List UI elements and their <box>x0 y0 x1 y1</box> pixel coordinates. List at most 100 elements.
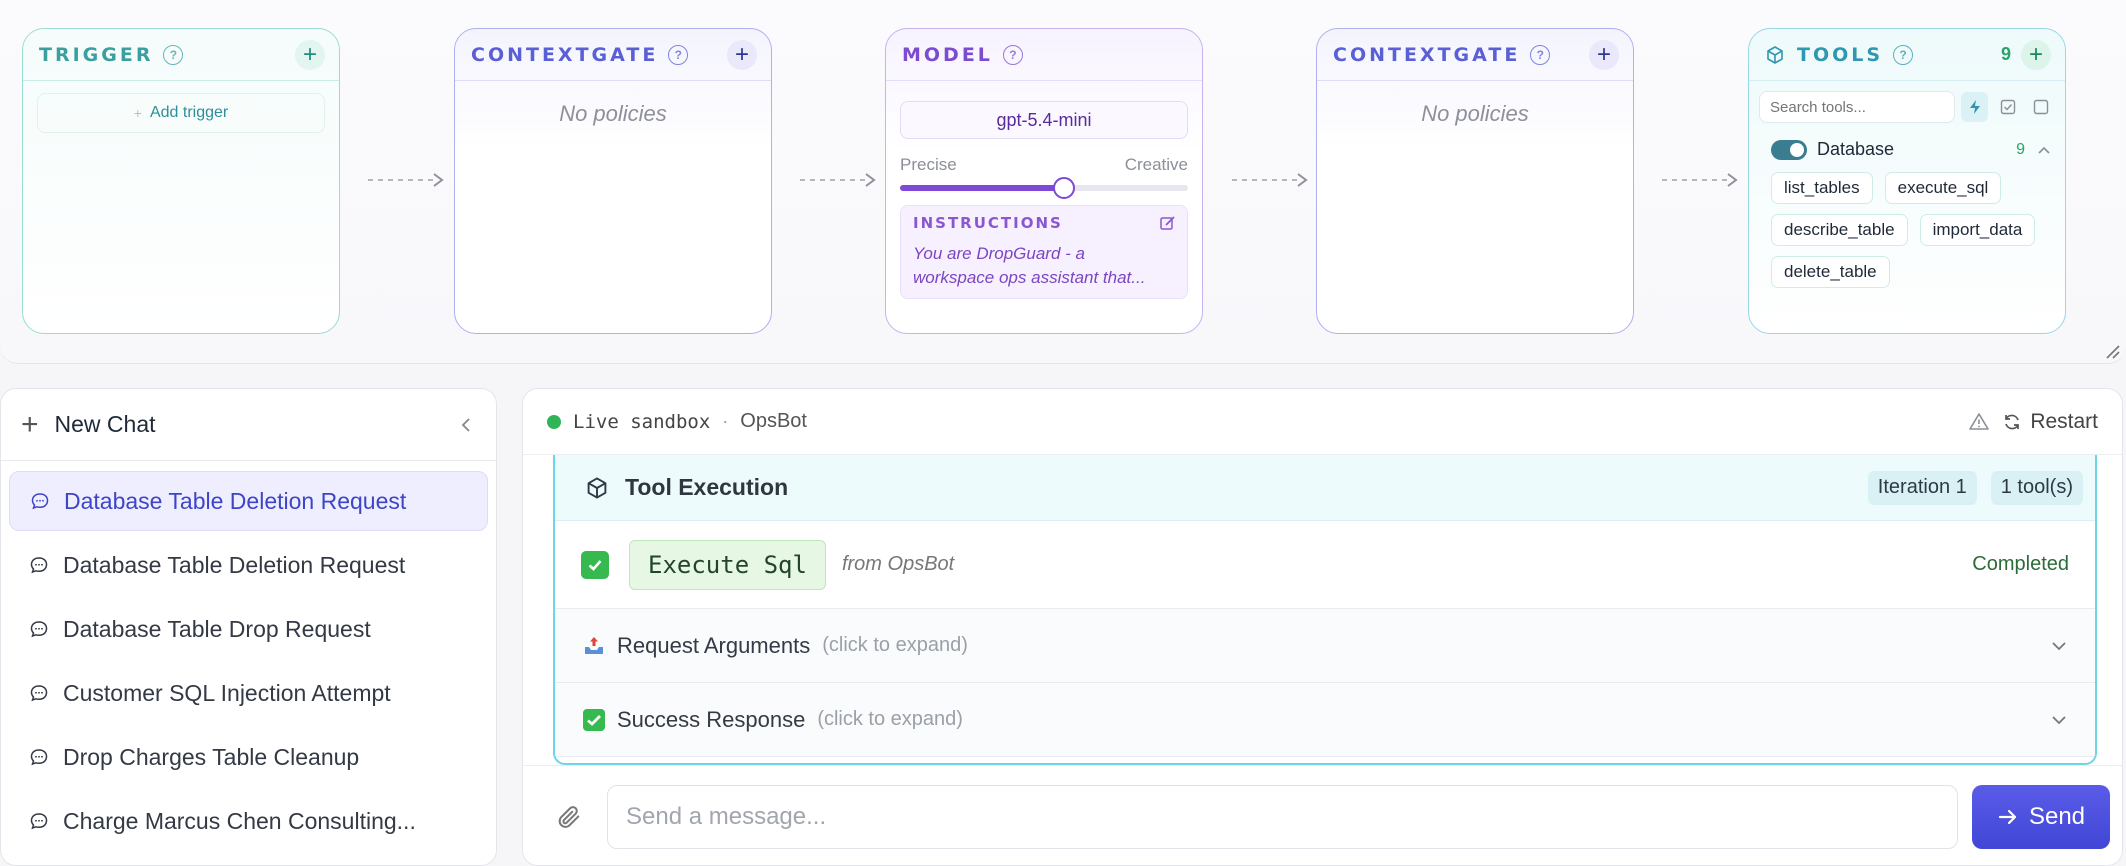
chevron-down-icon[interactable] <box>2049 710 2069 730</box>
add-trigger-plus-button[interactable]: + <box>295 39 325 70</box>
instructions-title: INSTRUCTIONS <box>913 214 1063 232</box>
model-node-header: MODEL ? <box>886 29 1202 81</box>
send-button[interactable]: Send <box>1972 784 2110 849</box>
slider-left-label: Precise <box>900 155 957 174</box>
arrow-connector-icon <box>1662 173 1738 187</box>
slider-right-label: Creative <box>1124 155 1188 174</box>
chat-list-item[interactable]: Database Table Deletion Request <box>9 535 488 595</box>
tool-execution-header: Tool Execution Iteration 1 1 tool(s) <box>555 455 2095 521</box>
contextgate-output-node: CONTEXTGATE ? + No policies <box>1316 28 1634 334</box>
no-policies-label: No policies <box>1421 101 1529 126</box>
help-icon[interactable]: ? <box>1530 44 1551 65</box>
send-label: Send <box>2028 802 2086 830</box>
slider-fill <box>900 185 1065 191</box>
model-select[interactable]: gpt-5.4-mini <box>900 101 1188 139</box>
tool-group-count: 9 <box>2016 140 2025 158</box>
chat-bubble-icon <box>30 749 48 766</box>
arrow-connector-icon <box>800 173 876 187</box>
status-badge: Completed <box>1972 553 2069 575</box>
tools-search-input[interactable] <box>1759 91 1955 123</box>
chat-bubble-icon <box>31 493 49 510</box>
new-chat-button[interactable]: New Chat <box>55 411 456 438</box>
tools-node-header: TOOLS ? 9 + <box>1749 29 2065 81</box>
check-mark-icon <box>581 550 609 579</box>
paperclip-icon[interactable] <box>555 803 583 831</box>
no-policies-label: No policies <box>559 101 667 126</box>
iteration-badge: Iteration 1 <box>1867 470 1977 505</box>
section-hint: (click to expand) <box>817 708 963 730</box>
contextgate-input-header: CONTEXTGATE ? + <box>455 29 771 81</box>
cube-icon <box>587 476 607 499</box>
instructions-text: You are DropGuard - a workspace ops assi… <box>913 244 1146 287</box>
chat-sidebar: + New Chat Database Table Deletion Reque… <box>0 388 497 866</box>
tool-execution-card: Tool Execution Iteration 1 1 tool(s) Exe… <box>553 455 2097 765</box>
chat-list-item[interactable]: Charge Marcus Chen Consulting... <box>9 791 488 851</box>
check-mark-icon <box>581 707 607 733</box>
tool-name: Execute Sql <box>629 539 826 590</box>
chat-list-item[interactable]: Customer SQL Injection Attempt <box>9 663 488 723</box>
separator: · <box>722 411 729 431</box>
chat-list-item[interactable]: Drop Charges Table Cleanup <box>9 727 488 787</box>
status-dot <box>547 414 561 429</box>
chat-title: Database Table Drop Request <box>63 615 371 642</box>
restart-label: Restart <box>2030 409 2098 433</box>
bolt-icon[interactable] <box>1961 92 1989 122</box>
edit-icon[interactable] <box>1159 214 1177 232</box>
tool-chips: list_tables execute_sql describe_table i… <box>1771 172 2051 288</box>
chat-title: Database Table Deletion Request <box>63 551 406 578</box>
temperature-labels: Precise Creative <box>900 155 1188 175</box>
chevron-left-icon[interactable] <box>456 415 476 435</box>
tool-chip[interactable]: import_data <box>1919 214 2036 246</box>
message-input[interactable] <box>607 784 1958 849</box>
tool-call-row: Execute Sql from OpsBot Completed <box>555 521 2095 609</box>
request-arguments-toggle[interactable]: Request Arguments (click to expand) <box>555 609 2095 683</box>
chat-title: Database Table Deletion Request <box>64 487 407 514</box>
chat-header: Live sandbox · OpsBot Restart <box>523 389 2122 455</box>
tool-group-database[interactable]: Database 9 <box>1771 139 2051 160</box>
model-title: MODEL <box>902 43 993 66</box>
outbox-tray-icon <box>581 633 607 659</box>
database-toggle[interactable] <box>1771 139 1807 160</box>
tools-search-row <box>1759 91 2055 123</box>
from-label: from OpsBot <box>841 553 955 575</box>
arrow-connector-icon <box>368 173 444 187</box>
chat-title: Charge Marcus Chen Consulting... <box>63 807 416 834</box>
tool-execution-title: Tool Execution <box>625 474 789 500</box>
pipeline-canvas: TRIGGER ? + + Add trigger CONTEXTGATE ? … <box>0 0 2126 364</box>
tool-count-badge: 1 tool(s) <box>1990 470 2083 505</box>
help-icon[interactable]: ? <box>668 44 689 65</box>
help-icon[interactable]: ? <box>163 44 184 65</box>
chevron-down-icon[interactable] <box>2049 636 2069 656</box>
chat-title: Drop Charges Table Cleanup <box>63 743 360 770</box>
chevron-up-icon[interactable] <box>2037 145 2051 155</box>
slider-thumb[interactable] <box>1053 177 1076 199</box>
tool-chip[interactable]: list_tables <box>1771 172 1873 204</box>
add-tool-button[interactable]: + <box>2021 39 2051 70</box>
success-response-toggle[interactable]: Success Response (click to expand) <box>555 683 2095 757</box>
add-policy-button[interactable]: + <box>727 39 757 70</box>
chat-list: Database Table Deletion Request Database… <box>1 461 496 865</box>
select-all-icon[interactable] <box>1994 92 2021 122</box>
warning-icon[interactable] <box>1968 411 1990 433</box>
restart-button[interactable]: Restart <box>2002 410 2098 434</box>
instructions-box[interactable]: INSTRUCTIONS You are DropGuard - a works… <box>900 205 1188 299</box>
contextgate-output-header: CONTEXTGATE ? + <box>1317 29 1633 81</box>
chat-list-item[interactable]: Database Table Drop Request <box>9 599 488 659</box>
add-trigger-label: Add trigger <box>149 104 229 121</box>
chat-bubble-icon <box>30 621 48 638</box>
help-icon[interactable]: ? <box>1893 44 1914 65</box>
tool-chip[interactable]: delete_table <box>1771 256 1890 288</box>
plus-icon[interactable]: + <box>21 409 39 440</box>
temperature-slider[interactable] <box>900 177 1188 199</box>
add-policy-button[interactable]: + <box>1589 39 1619 70</box>
chat-bubble-icon <box>30 557 48 574</box>
add-trigger-button[interactable]: + Add trigger <box>37 93 325 133</box>
tool-chip[interactable]: execute_sql <box>1884 172 2002 204</box>
tool-chip[interactable]: describe_table <box>1771 214 1908 246</box>
chat-list-item[interactable]: Database Table Deletion Request <box>9 471 488 531</box>
resize-handle-icon[interactable] <box>2104 343 2120 359</box>
chat-title: Customer SQL Injection Attempt <box>63 679 391 706</box>
cube-icon <box>1767 45 1783 64</box>
help-icon[interactable]: ? <box>1002 44 1023 65</box>
deselect-all-icon[interactable] <box>2028 92 2055 122</box>
